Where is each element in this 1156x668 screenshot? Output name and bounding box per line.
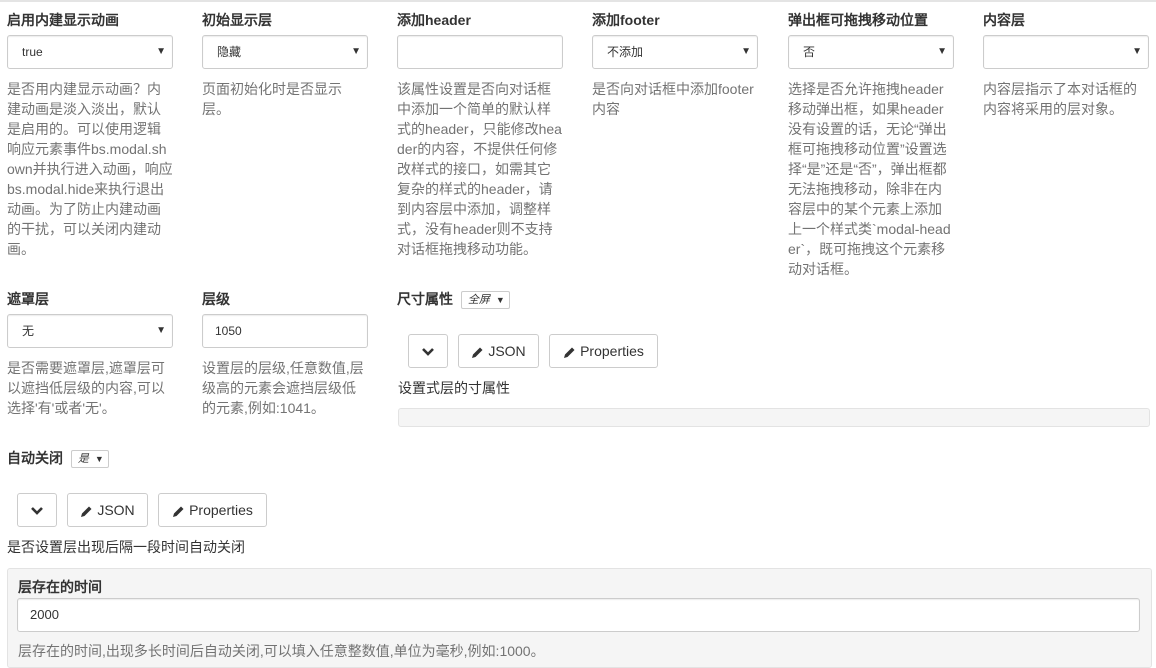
mask-select[interactable]: 无 ▼: [7, 314, 173, 348]
caret-down-icon: ▼: [741, 46, 751, 57]
field-help: 是否用内建显示动画？内建动画是淡入淡出，默认是启用的。可以使用逻辑响应元素事件b…: [7, 81, 173, 257]
duration-label: 层存在的时间: [18, 579, 102, 595]
animation-select[interactable]: true ▼: [7, 35, 173, 69]
caret-down-icon: ▼: [94, 454, 104, 465]
mini-select-value: 全屏: [467, 294, 490, 307]
field-label: 内容层: [983, 12, 1025, 28]
caret-down-icon: ▼: [351, 46, 361, 57]
footer-select[interactable]: 不添加 ▼: [592, 35, 758, 69]
field-label: 遮罩层: [7, 291, 49, 307]
chevron-down-icon: [422, 348, 434, 357]
button-label: Properties: [189, 502, 253, 518]
field-draggable: 弹出框可拖拽移动位置 否 ▼ 选择是否允许拖拽header移动弹出框，如果hea…: [788, 10, 954, 279]
select-value: 不添加: [607, 45, 644, 59]
size-toggle-button[interactable]: [408, 334, 448, 368]
autoclose-json-button[interactable]: JSON: [67, 493, 148, 527]
caret-down-icon: ▼: [156, 325, 166, 336]
field-label: 添加header: [397, 12, 471, 28]
select-value: true: [22, 45, 43, 59]
field-label: 添加footer: [592, 12, 660, 28]
caret-down-icon: ▼: [495, 295, 505, 306]
field-footer: 添加footer 不添加 ▼ 是否向对话框中添加footer内容: [592, 10, 758, 119]
duration-input[interactable]: 2000: [17, 598, 1140, 632]
button-label: Properties: [580, 343, 644, 359]
caret-down-icon: ▼: [156, 46, 166, 57]
pencil-icon: [564, 347, 575, 358]
autoclose-toggle-button[interactable]: [17, 493, 57, 527]
pencil-icon: [472, 347, 483, 358]
mini-select-value: 是: [77, 453, 89, 466]
button-label: JSON: [488, 343, 526, 359]
field-help: 设置层的层级,任意数值,层级高的元素会遮挡层级低的元素,例如:1041。: [202, 360, 364, 416]
field-header: 添加header 该属性设置是否向对话框中添加一个简单的默认样式的header，…: [397, 10, 563, 259]
size-mode-select[interactable]: 全屏 ▼: [460, 291, 510, 310]
top-divider: [0, 0, 1156, 2]
field-help: 是否需要遮罩层,遮罩层可以遮挡低层级的内容,可以选择'有'或者'无'。: [7, 360, 165, 416]
button-label: JSON: [97, 502, 135, 518]
initial-select[interactable]: 隐藏 ▼: [202, 35, 368, 69]
caret-down-icon: ▼: [937, 46, 947, 57]
field-help: 内容层指示了本对话框的内容将采用的层对象。: [983, 81, 1137, 117]
duration-help: 层存在的时间,出现多长时间后自动关闭,可以填入任意整数值,单位为毫秒,例如:10…: [18, 643, 545, 659]
field-help: 选择是否允许拖拽header移动弹出框，如果header没有设置的话，无论“弹出…: [788, 81, 951, 277]
field-label: 弹出框可拖拽移动位置: [788, 12, 928, 28]
field-zindex: 层级 1050 设置层的层级,任意数值,层级高的元素会遮挡层级低的元素,例如:1…: [202, 289, 368, 418]
field-label: 层级: [202, 291, 230, 307]
size-json-button[interactable]: JSON: [458, 334, 539, 368]
pencil-icon: [81, 506, 92, 517]
select-value: 无: [22, 324, 35, 338]
size-properties-button[interactable]: Properties: [549, 334, 658, 368]
field-initial: 初始显示层 隐藏 ▼ 页面初始化时是否显示层。: [202, 10, 368, 119]
content-select[interactable]: ▼: [983, 35, 1149, 69]
size-help: 设置式层的寸属性: [398, 380, 510, 396]
draggable-select[interactable]: 否 ▼: [788, 35, 954, 69]
size-header: 尺寸属性 全屏 ▼: [397, 289, 510, 310]
autoclose-properties-panel: 层存在的时间 2000 层存在的时间,出现多长时间后自动关闭,可以填入任意整数值…: [7, 568, 1152, 668]
pencil-icon: [173, 506, 184, 517]
size-label: 尺寸属性: [397, 291, 453, 307]
field-content: 内容层 ▼ 内容层指示了本对话框的内容将采用的层对象。: [983, 10, 1149, 119]
chevron-down-icon: [31, 507, 43, 516]
field-animation: 启用内建显示动画 true ▼ 是否用内建显示动画？内建动画是淡入淡出，默认是启…: [7, 10, 173, 259]
select-value: 隐藏: [217, 45, 242, 59]
field-mask: 遮罩层 无 ▼ 是否需要遮罩层,遮罩层可以遮挡低层级的内容,可以选择'有'或者'…: [7, 289, 173, 418]
select-value: 否: [803, 45, 816, 59]
field-help: 是否向对话框中添加footer内容: [592, 81, 754, 117]
size-properties-panel: [398, 408, 1150, 427]
field-label: 启用内建显示动画: [7, 12, 119, 28]
autoclose-mode-select[interactable]: 是 ▼: [70, 450, 109, 469]
caret-down-icon: ▼: [1132, 46, 1142, 57]
field-label: 初始显示层: [202, 12, 272, 28]
autoclose-properties-button[interactable]: Properties: [158, 493, 267, 527]
field-help: 页面初始化时是否显示层。: [202, 81, 342, 117]
field-help: 该属性设置是否向对话框中添加一个简单的默认样式的header，只能修改heade…: [397, 81, 562, 257]
autoclose-label: 自动关闭: [7, 450, 63, 466]
zindex-input[interactable]: 1050: [202, 314, 368, 348]
autoclose-help: 是否设置层出现后隔一段时间自动关闭: [7, 539, 245, 555]
autoclose-header: 自动关闭 是 ▼: [7, 448, 109, 469]
header-input[interactable]: [397, 35, 563, 69]
